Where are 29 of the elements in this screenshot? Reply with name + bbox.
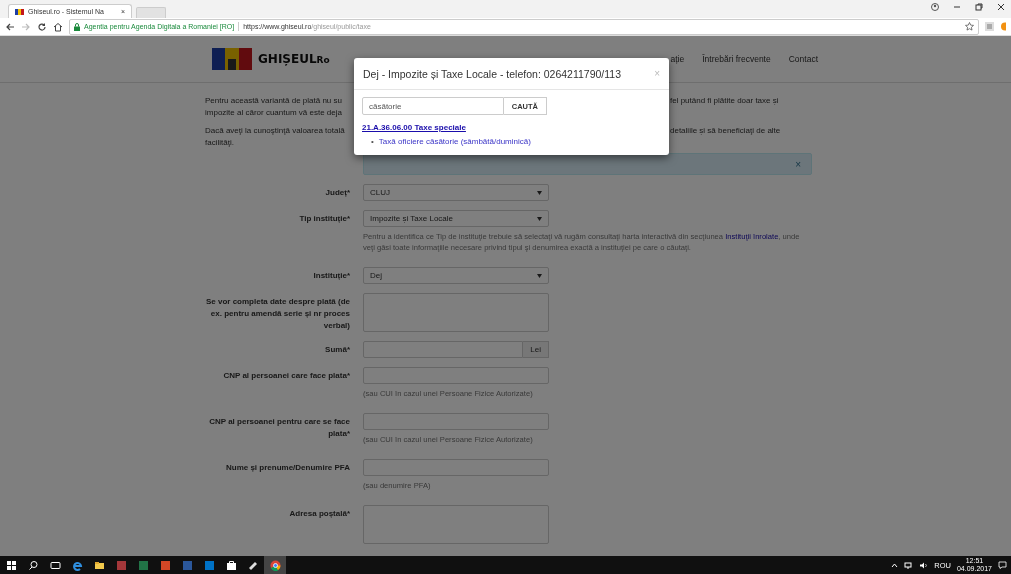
field-label: Sumă* — [324, 344, 350, 356]
field-label: Instituție* — [312, 270, 350, 282]
currency-addon: Lei — [523, 341, 549, 358]
intro-text: Pentru această variantă de plată nu su — [205, 95, 342, 107]
modal-title: Dej - Impozite și Taxe Locale - telefon: 0264211790/113 — [363, 67, 621, 80]
select-field[interactable]: Dej — [363, 267, 549, 284]
intro-text: Dacă aveţi la cunoştinţă valoarea totală — [205, 125, 345, 137]
intro-text: facilităţi. — [205, 137, 234, 149]
field-label: CNP al persoanei pentru care se face plata* — [208, 416, 350, 440]
nav-link[interactable]: Întrebări frecvente — [702, 54, 771, 64]
field-label: Tip instituție* — [298, 213, 350, 225]
intro-text: fel putând fi plătite doar taxe și — [670, 95, 779, 107]
bullet-mark: • — [371, 137, 374, 146]
nav-link[interactable]: ație — [670, 54, 685, 64]
field-label: Nume și prenume/Denumire PFA — [224, 462, 350, 474]
field-label: Se vor completa date despre plată (de ex. pentru amendă serie și nr proces verbal) — [204, 296, 350, 332]
select-field[interactable]: CLUJ — [363, 184, 549, 201]
logo-text[interactable]: GHIȘEULRo — [258, 52, 330, 66]
select-field[interactable]: Impozite și Taxe Locale — [363, 210, 549, 227]
field-label: CNP al persoanei care face plata* — [222, 370, 350, 382]
nav-link[interactable]: Contact — [788, 54, 818, 64]
field-label: Județ* — [324, 187, 350, 199]
result-heading-link[interactable]: 21.A.36.06.00 Taxe speciale — [362, 123, 466, 132]
intro-text: impozite al căror cuantum vă este deja — [205, 107, 342, 119]
result-link[interactable]: Taxă oficiere căsătorie (sâmbătă/duminică) — [378, 137, 531, 146]
alert-close-button[interactable]: × — [795, 158, 801, 170]
field-label: Adresa poștală* — [288, 508, 350, 520]
intro-text: detaliile și să beneficiaţi de alte — [670, 125, 781, 137]
search-field[interactable]: căsătorie — [362, 97, 504, 115]
